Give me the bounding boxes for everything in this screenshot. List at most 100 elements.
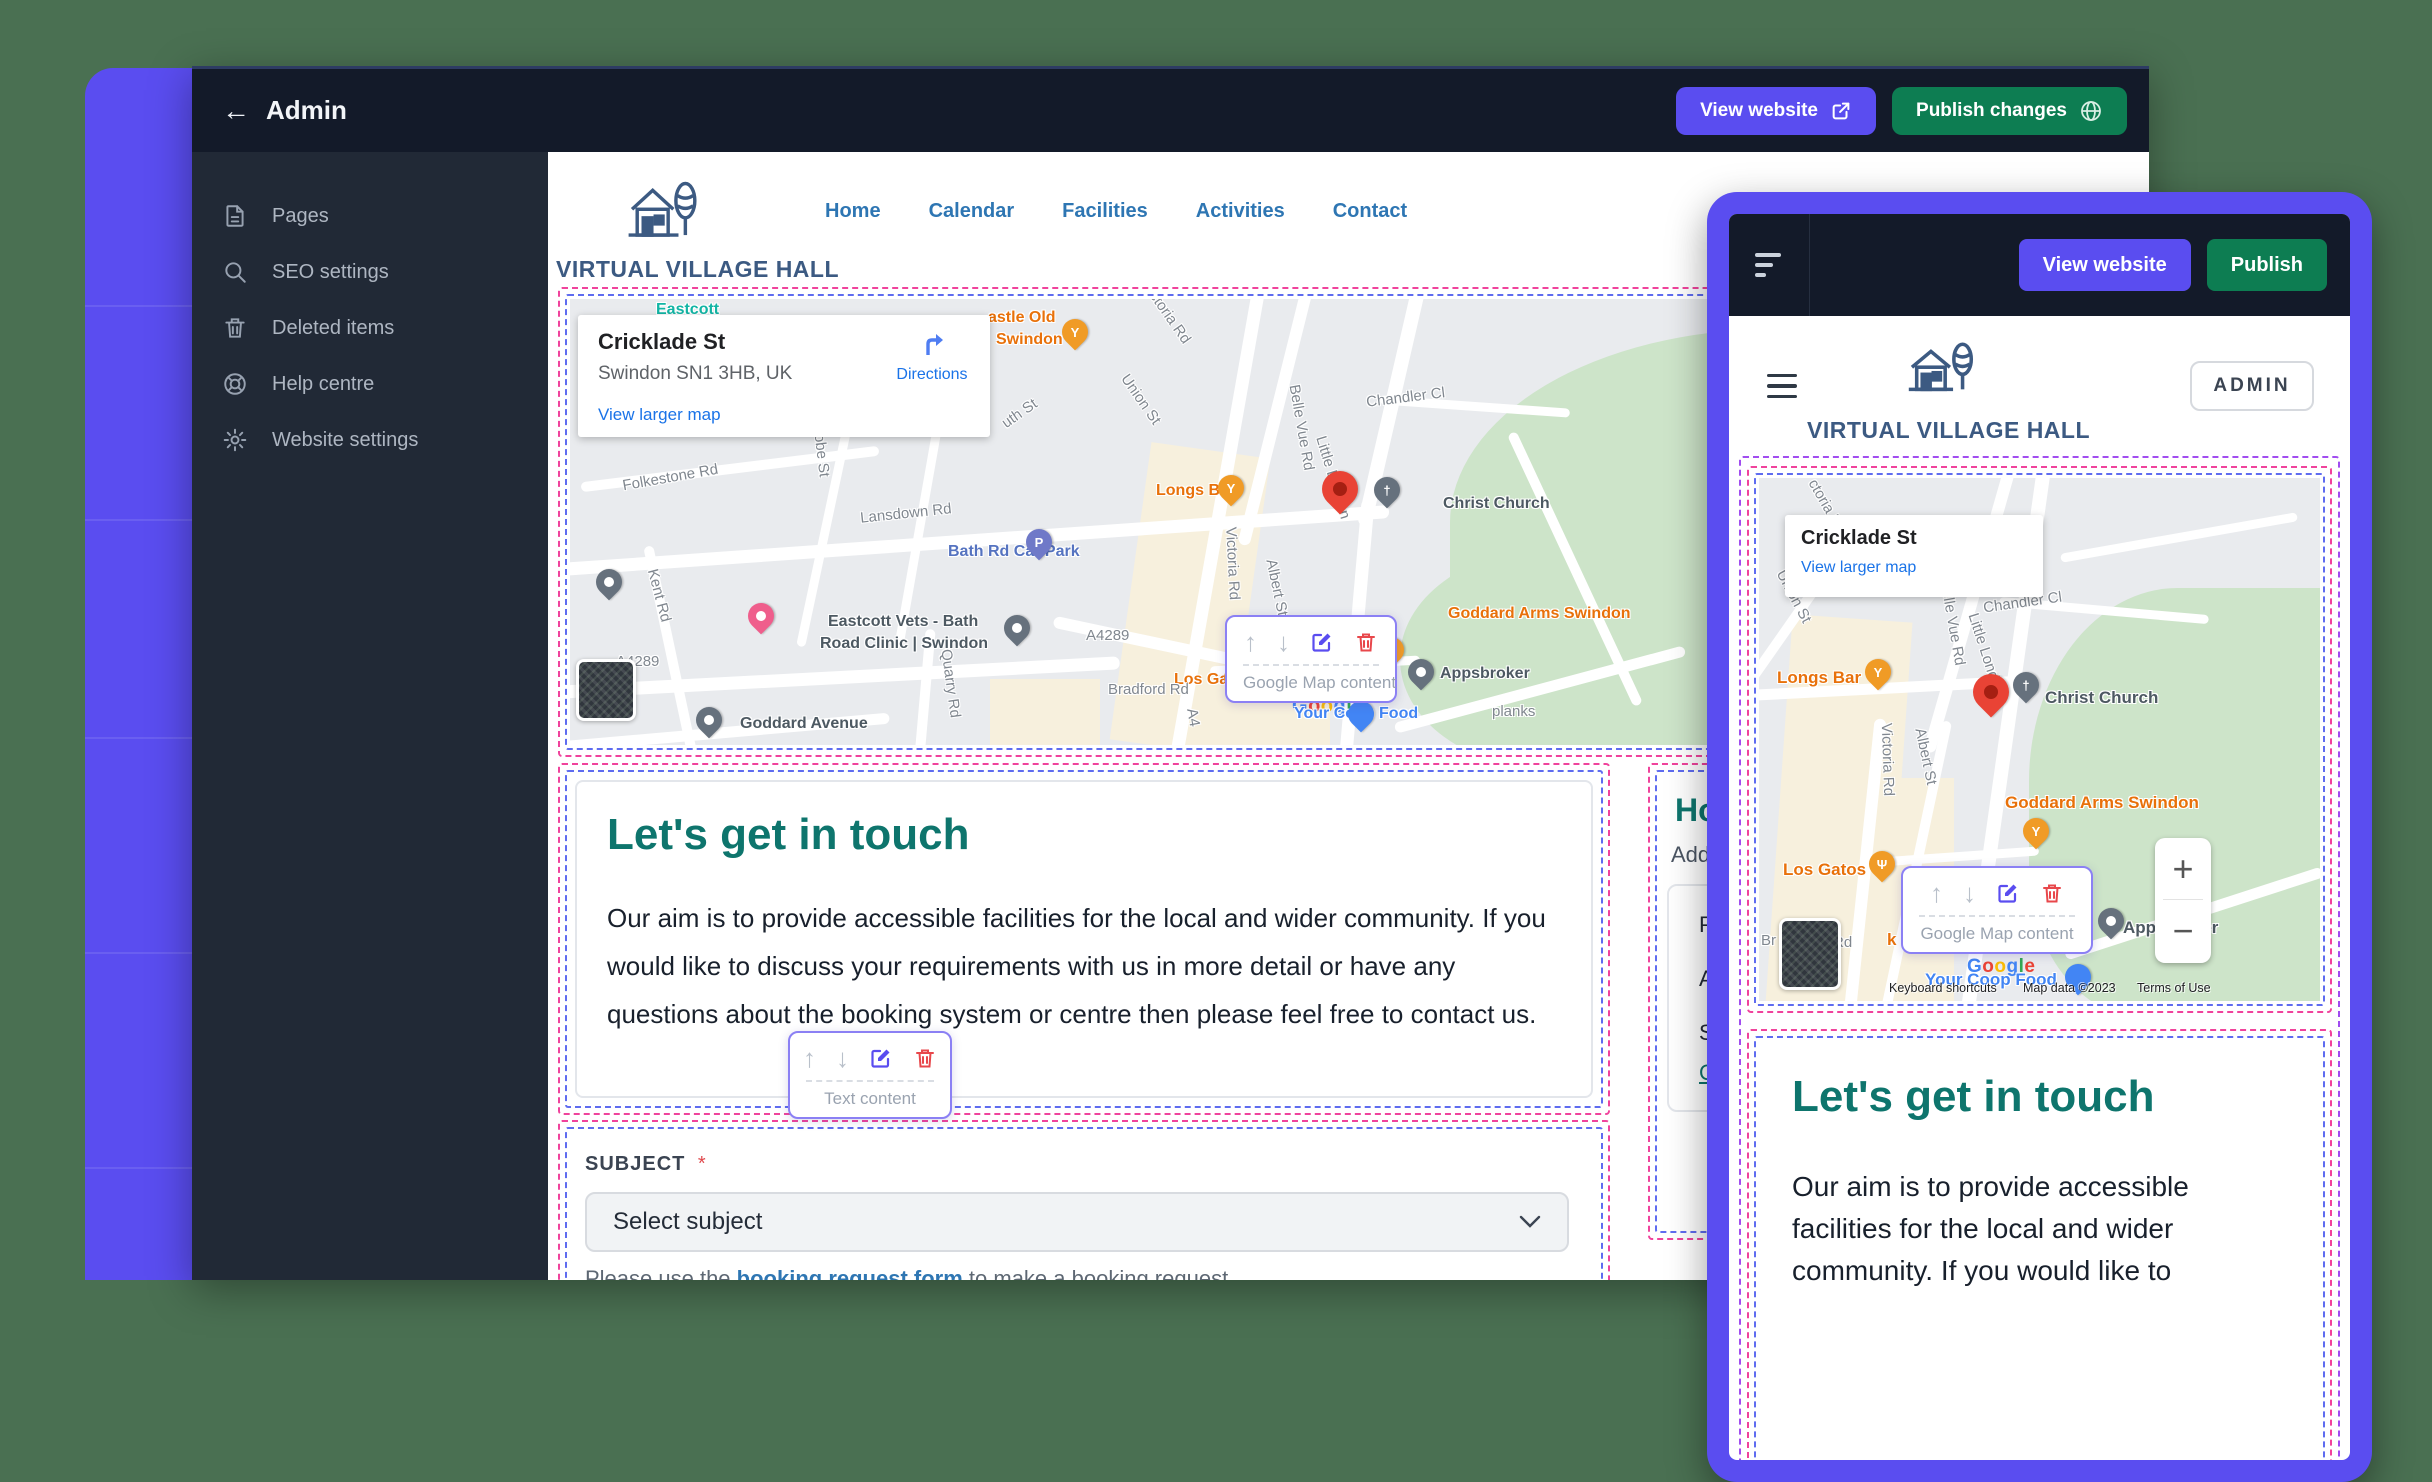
mobile-google-map-embed[interactable]: Google Cricklade St View larger map + − xyxy=(1759,478,2320,1001)
sidebar-item-label: Pages xyxy=(272,205,329,228)
edit-icon[interactable] xyxy=(869,1046,893,1070)
map-zoom-control: + − xyxy=(2155,838,2211,963)
view-website-button[interactable]: View website xyxy=(1676,87,1876,135)
map-content-toolbar: ↑ ↓ Google Map content xyxy=(1225,615,1397,703)
sidebar-item-deleted-items[interactable]: Deleted items xyxy=(192,300,548,356)
mobile-site-logo[interactable]: VIRTUAL VILLAGE HALL xyxy=(1807,334,2077,444)
map-zone xyxy=(990,679,1100,745)
form-block-inner-outline: SUBJECT * Select subject Please use the … xyxy=(565,1127,1603,1280)
chevron-down-icon xyxy=(1519,1215,1541,1229)
directions-button[interactable]: Directions xyxy=(890,329,974,384)
form-block-outline: SUBJECT * Select subject Please use the … xyxy=(558,1120,1610,1280)
map-pin-food: Ψ xyxy=(1864,846,1901,883)
strip-divider xyxy=(85,519,192,521)
sidebar-item-label: SEO settings xyxy=(272,261,389,284)
mobile-contact-heading: Let's get in touch xyxy=(1792,1072,2315,1122)
nav-activities[interactable]: Activities xyxy=(1196,200,1285,223)
zoom-in-button[interactable]: + xyxy=(2155,838,2211,899)
admin-topbar: ← Admin View website Publish changes xyxy=(192,66,2149,152)
view-larger-map-link[interactable]: View larger map xyxy=(598,405,721,425)
move-up-icon[interactable]: ↑ xyxy=(1930,880,1943,906)
sidebar-item-label: Website settings xyxy=(272,429,418,452)
text-block-inner-outline: Let's get in touch Our aim is to provide… xyxy=(565,770,1603,1108)
map-label: ctoria Rd xyxy=(1146,299,1194,347)
directions-label: Directions xyxy=(890,366,974,384)
mobile-map-content-toolbar: ↑ ↓ Google Map content xyxy=(1901,866,2093,954)
move-down-icon[interactable]: ↓ xyxy=(836,1045,849,1071)
sidebar-item-label: Deleted items xyxy=(272,317,394,340)
satellite-layer-thumbnail[interactable] xyxy=(576,659,636,721)
text-block-card[interactable]: Let's get in touch Our aim is to provide… xyxy=(575,780,1593,1098)
map-data-attribution: Map data ©2023 xyxy=(2023,981,2116,995)
subject-select[interactable]: Select subject xyxy=(585,1192,1569,1252)
nav-facilities[interactable]: Facilities xyxy=(1062,200,1148,223)
map-label: Goddard Arms Swindon xyxy=(1448,605,1631,623)
map-terms-link[interactable]: Terms of Use xyxy=(2137,981,2211,995)
mobile-paragraph-line: facilities for the local and wider xyxy=(1792,1208,2315,1250)
delete-icon[interactable] xyxy=(913,1046,937,1070)
move-down-icon[interactable]: ↓ xyxy=(1963,880,1976,906)
mobile-admin-topbar: View website Publish xyxy=(1729,214,2350,316)
admin-sidebar: Pages SEO settings Deleted items Help ce… xyxy=(192,152,548,1280)
external-link-icon xyxy=(1830,100,1852,122)
mobile-view-website-button[interactable]: View website xyxy=(2019,239,2191,291)
edit-icon[interactable] xyxy=(1310,630,1334,654)
strip-divider xyxy=(85,1167,192,1169)
panel-toggle-icon[interactable] xyxy=(1755,253,1781,277)
decor-purple-strip xyxy=(85,68,192,1280)
text-content-toolbar: ↑ ↓ Text content xyxy=(788,1031,952,1119)
publish-changes-button[interactable]: Publish changes xyxy=(1892,87,2127,135)
map-label: planks xyxy=(1492,703,1535,720)
sidebar-item-website-settings[interactable]: Website settings xyxy=(192,412,548,468)
map-label: k xyxy=(1887,930,1896,950)
delete-icon[interactable] xyxy=(1354,630,1378,654)
map-label: Union St xyxy=(1117,371,1164,428)
map-label: Br xyxy=(1761,932,1776,949)
map-label: Albert St xyxy=(1262,558,1291,618)
nav-calendar[interactable]: Calendar xyxy=(929,200,1015,223)
delete-icon[interactable] xyxy=(2040,881,2064,905)
site-logo-text[interactable]: VIRTUAL VILLAGE HALL xyxy=(556,256,839,283)
map-label: A4289 xyxy=(1086,627,1129,644)
admin-badge-button[interactable]: ADMIN xyxy=(2190,361,2314,411)
edit-icon[interactable] xyxy=(1996,881,2020,905)
globe-icon xyxy=(2079,99,2103,123)
map-pin-martini: Y xyxy=(2018,813,2055,850)
view-larger-map-link[interactable]: View larger map xyxy=(1801,559,1916,577)
mobile-publish-button[interactable]: Publish xyxy=(2207,239,2327,291)
zoom-out-button[interactable]: − xyxy=(2155,900,2211,961)
map-label: Goddard Avenue xyxy=(740,715,868,733)
contact-paragraph: Our aim is to provide accessible facilit… xyxy=(607,894,1572,1038)
booking-request-form-link[interactable]: booking request form xyxy=(737,1266,963,1280)
strip-divider xyxy=(85,952,192,954)
nav-contact[interactable]: Contact xyxy=(1333,200,1407,223)
admin-title: Admin xyxy=(266,95,347,126)
map-label: Belle Vue Rd xyxy=(1286,383,1318,472)
sidebar-item-pages[interactable]: Pages xyxy=(192,188,548,244)
toolbar-label: Google Map content xyxy=(1243,664,1379,693)
map-label: Road Clinic | Swindon xyxy=(820,635,988,653)
map-pin-church: † xyxy=(2008,667,2045,704)
mobile-map-info-card: Cricklade St View larger map xyxy=(1785,515,2043,597)
subject-select-value: Select subject xyxy=(613,1208,762,1236)
map-label: Eastcott Vets - Bath xyxy=(828,613,978,631)
move-down-icon[interactable]: ↓ xyxy=(1277,629,1290,655)
site-nav: Home Calendar Facilities Activities Cont… xyxy=(825,200,1407,223)
mobile-paragraph-line: community. If you would like to xyxy=(1792,1250,2315,1292)
back-arrow-icon[interactable]: ← xyxy=(222,97,250,125)
directions-icon xyxy=(917,329,947,359)
helper-prefix: Please use the xyxy=(585,1266,737,1280)
sidebar-item-seo-settings[interactable]: SEO settings xyxy=(192,244,548,300)
move-up-icon[interactable]: ↑ xyxy=(803,1045,816,1071)
sidebar-item-help-centre[interactable]: Help centre xyxy=(192,356,548,412)
publish-changes-label: Publish changes xyxy=(1916,100,2067,122)
nav-home[interactable]: Home xyxy=(825,200,881,223)
mobile-site-header: VIRTUAL VILLAGE HALL ADMIN xyxy=(1729,316,2350,456)
mobile-map-block-outline: Google Cricklade St View larger map + − xyxy=(1747,466,2332,1013)
move-up-icon[interactable]: ↑ xyxy=(1244,629,1257,655)
hamburger-menu-icon[interactable] xyxy=(1767,374,1797,399)
map-label: Goddard Arms Swindon xyxy=(2005,793,2199,813)
map-keyboard-shortcuts[interactable]: Keyboard shortcuts xyxy=(1889,981,1997,995)
satellite-layer-thumbnail[interactable] xyxy=(1779,918,1841,990)
mobile-preview-screen: View website Publish VIRTUAL VILLAGE HAL… xyxy=(1729,214,2350,1460)
